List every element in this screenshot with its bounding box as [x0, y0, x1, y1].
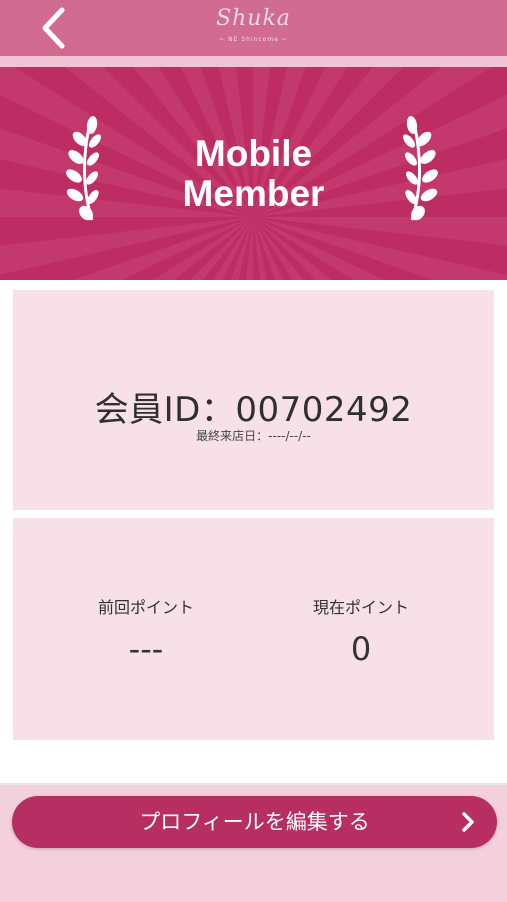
member-id-card: 会員ID：00702492 最終来店日：----/--/-- — [13, 290, 494, 510]
previous-points-label: 前回ポイント — [97, 598, 194, 617]
edit-profile-label: プロフィールを編集する — [139, 810, 370, 834]
laurel-right-icon — [403, 116, 438, 221]
laurel-left-icon — [66, 116, 101, 221]
app-logo-subtitle: ~ NE Shincome ~ — [219, 36, 288, 43]
previous-points-value: --- — [128, 630, 164, 668]
current-points-value: 0 — [350, 630, 372, 668]
edit-profile-button[interactable]: プロフィールを編集する — [12, 796, 497, 848]
last-visit-date: 最終来店日：----/--/-- — [196, 429, 311, 443]
current-points-label: 現在ポイント — [312, 598, 409, 617]
app-logo: Shuka — [216, 6, 291, 31]
header-divider — [0, 56, 507, 67]
member-id: 会員ID：00702492 — [94, 390, 413, 430]
points-card: 前回ポイント --- 現在ポイント 0 — [13, 518, 494, 740]
chevron-right-icon — [462, 812, 474, 832]
